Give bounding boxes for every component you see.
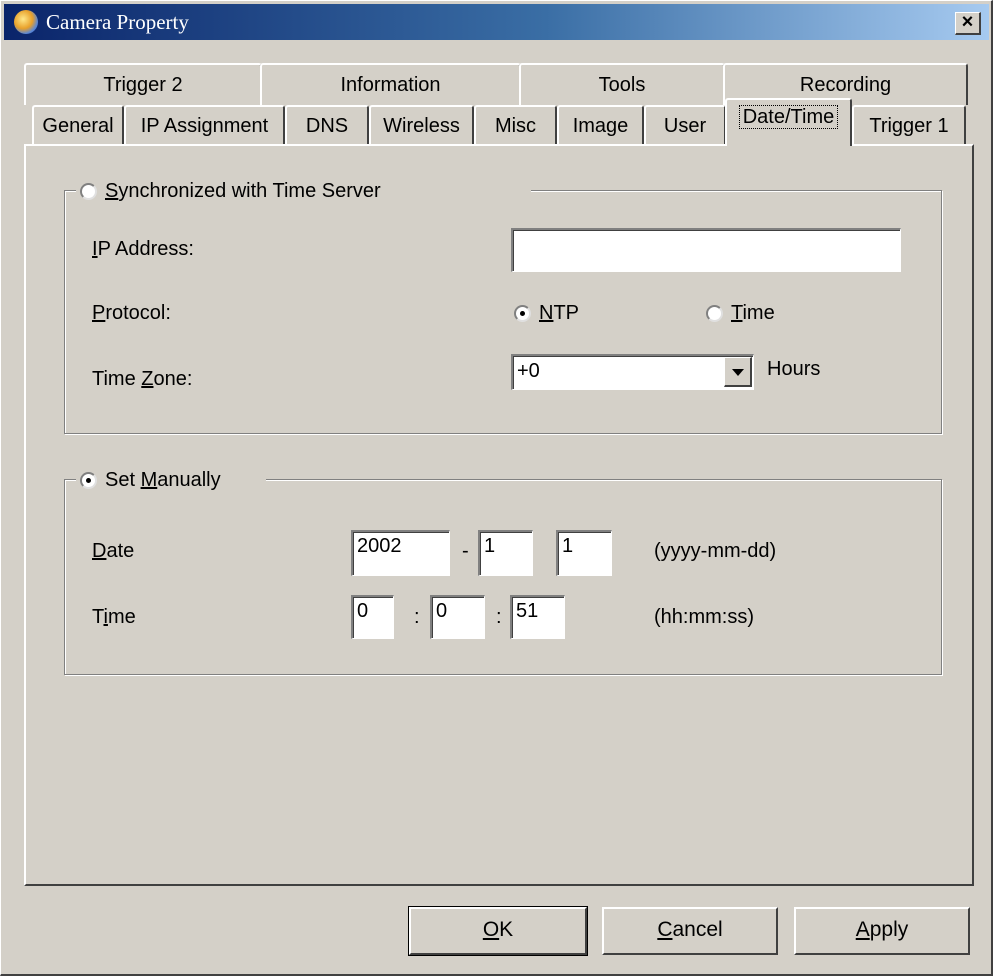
tab-tools[interactable]: Tools: [519, 63, 725, 105]
time-protocol-label: Time: [731, 302, 775, 324]
tab-ip-assignment[interactable]: IP Assignment: [124, 105, 285, 145]
cancel-button[interactable]: Cancel: [602, 907, 778, 955]
tab-dns[interactable]: DNS: [285, 105, 369, 145]
tab-user[interactable]: User: [644, 105, 726, 145]
tab-trigger-2[interactable]: Trigger 2: [24, 63, 262, 105]
hour-input[interactable]: 0: [351, 595, 394, 639]
day-input[interactable]: 1: [556, 530, 612, 576]
tab-wireless[interactable]: Wireless: [369, 105, 474, 145]
tab-trigger-1[interactable]: Trigger 1: [852, 105, 966, 145]
ip-address-label: IP Address:: [92, 238, 194, 260]
camera-property-dialog: Camera Property × Trigger 2 Information …: [0, 0, 993, 976]
tab-information[interactable]: Information: [260, 63, 521, 105]
tab-date-time[interactable]: Date/Time: [725, 98, 852, 146]
sync-time-server-option[interactable]: Synchronized with Time Server: [76, 178, 531, 204]
time-protocol-radio-option[interactable]: Time: [706, 302, 775, 325]
date-time-panel: Synchronized with Time Server IP Address…: [24, 144, 974, 886]
set-manually-radio-icon[interactable]: [80, 471, 97, 489]
date-label: Date: [92, 540, 135, 562]
sync-legend-label: Synchronized with Time Server: [105, 179, 381, 202]
title-bar[interactable]: Camera Property ×: [4, 4, 989, 40]
second-input[interactable]: 51: [510, 595, 565, 639]
chevron-down-icon[interactable]: [724, 357, 752, 387]
date-separator: -: [462, 540, 469, 562]
set-manually-group: [64, 479, 942, 675]
time-protocol-radio-icon[interactable]: [706, 305, 723, 322]
date-format-hint: (yyyy-mm-dd): [654, 540, 777, 562]
time-separator-1: :: [414, 606, 420, 628]
set-manually-option[interactable]: Set Manually: [76, 467, 266, 493]
apply-button[interactable]: Apply: [794, 907, 970, 955]
ntp-radio-icon[interactable]: [514, 305, 531, 322]
time-zone-select[interactable]: +0: [511, 354, 754, 390]
ok-button[interactable]: OK: [408, 906, 588, 956]
ip-address-input[interactable]: [511, 228, 901, 272]
ntp-label: NTP: [539, 302, 580, 324]
time-zone-value: +0: [517, 360, 540, 382]
close-button[interactable]: ×: [955, 12, 981, 35]
camera-app-icon: [14, 10, 38, 34]
minute-input[interactable]: 0: [430, 595, 485, 639]
set-manually-label: Set Manually: [105, 468, 221, 491]
window-title: Camera Property: [46, 10, 189, 34]
sync-radio-icon[interactable]: [80, 182, 97, 200]
hours-label: Hours: [767, 358, 821, 380]
tab-image[interactable]: Image: [557, 105, 644, 145]
ntp-radio-option[interactable]: NTP: [514, 302, 579, 325]
time-format-hint: (hh:mm:ss): [654, 606, 754, 628]
sync-time-server-group: [64, 190, 942, 434]
month-input[interactable]: 1: [478, 530, 533, 576]
tab-misc[interactable]: Misc: [474, 105, 557, 145]
tab-general[interactable]: General: [32, 105, 124, 145]
time-label: Time: [92, 606, 136, 628]
protocol-label: Protocol:: [92, 302, 171, 324]
year-input[interactable]: 2002: [351, 530, 450, 576]
time-zone-label: Time Zone:: [92, 368, 193, 390]
time-separator-2: :: [496, 606, 502, 628]
